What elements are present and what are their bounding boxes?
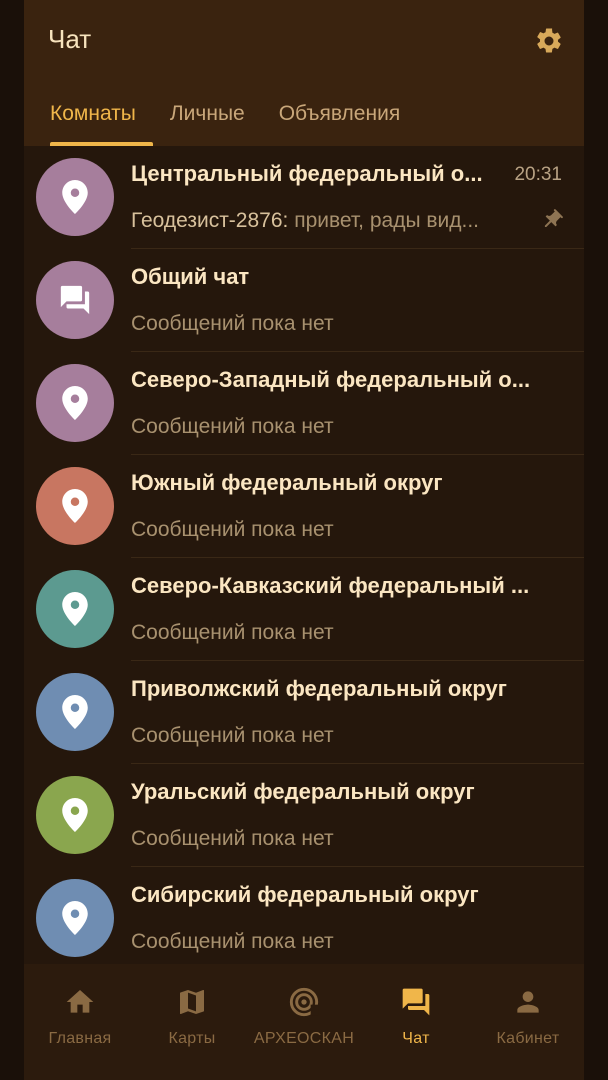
map-pin-icon <box>62 798 88 832</box>
room-avatar <box>36 467 114 545</box>
gear-icon <box>537 28 561 53</box>
map-icon <box>180 990 204 1014</box>
room-title: Северо-Западный федеральный о... <box>131 367 531 392</box>
room-avatar <box>36 261 114 339</box>
room-last-message: Сообщений пока нет <box>131 930 334 953</box>
nav-maps[interactable]: Карты <box>136 964 248 1080</box>
settings-button[interactable] <box>532 24 566 58</box>
room-title: Сибирский федеральный округ <box>131 882 479 907</box>
room-last-message: Сообщений пока нет <box>131 827 334 850</box>
nav-label: Карты <box>168 1030 216 1047</box>
pin-icon <box>544 209 563 228</box>
room-title: Общий чат <box>131 264 250 289</box>
room-last-message: Сообщений пока нет <box>131 312 334 335</box>
room-last-message: Сообщений пока нет <box>131 518 334 541</box>
tab-personal[interactable]: Личные <box>153 82 262 146</box>
nav-chat[interactable]: Чат <box>360 964 472 1080</box>
room-title: Приволжский федеральный округ <box>131 676 507 701</box>
message-sender: Геодезист-2876: <box>131 209 289 232</box>
room-row-north-caucasus[interactable]: Северо-Кавказский федеральный ... Сообще… <box>24 558 584 661</box>
room-row-siberia[interactable]: Сибирский федеральный округ Сообщений по… <box>24 867 584 964</box>
nav-cabinet[interactable]: Кабинет <box>472 964 584 1080</box>
page-title: Чат <box>48 24 92 54</box>
room-title: Южный федеральный округ <box>131 470 443 495</box>
room-row-ural[interactable]: Уральский федеральный округ Сообщений по… <box>24 764 584 867</box>
map-pin-icon <box>62 695 88 729</box>
tab-rooms[interactable]: Комнаты <box>24 82 153 146</box>
room-title: Уральский федеральный округ <box>131 779 475 804</box>
room-row-south[interactable]: Южный федеральный округ Сообщений пока н… <box>24 455 584 558</box>
room-last-message: Сообщений пока нет <box>131 621 334 644</box>
nav-label: Чат <box>402 1030 430 1047</box>
home-icon <box>66 990 94 1013</box>
room-last-message: Сообщений пока нет <box>131 415 334 438</box>
room-row-central[interactable]: Центральный федеральный о... 20:31 Геоде… <box>24 146 584 249</box>
chat-bubbles-icon <box>60 285 90 315</box>
nav-label: АРХЕОСКАН <box>253 1030 355 1047</box>
nav-label: Кабинет <box>496 1030 560 1047</box>
map-pin-icon <box>62 592 88 626</box>
room-title: Северо-Кавказский федеральный ... <box>131 573 530 598</box>
bottom-navigation: Главная Карты АРХЕОСКАН Чат Кабинет <box>24 964 584 1080</box>
room-last-time: 20:31 <box>514 164 562 185</box>
room-row-volga[interactable]: Приволжский федеральный округ Сообщений … <box>24 661 584 764</box>
message-preview: привет, рады вид... <box>288 209 480 232</box>
map-pin-icon <box>62 386 88 420</box>
room-avatar <box>36 158 114 236</box>
map-pin-icon <box>62 489 88 523</box>
nav-home[interactable]: Главная <box>24 964 136 1080</box>
room-avatar <box>36 879 114 957</box>
room-row-northwest[interactable]: Северо-Западный федеральный о... Сообщен… <box>24 352 584 455</box>
scan-target-icon <box>289 987 319 1017</box>
room-title: Центральный федеральный о... <box>131 161 483 186</box>
room-list: Центральный федеральный о... 20:31 Геоде… <box>24 146 584 964</box>
forum-icon <box>402 988 430 1016</box>
room-avatar <box>36 364 114 442</box>
room-last-message: Геодезист-2876: привет, рады вид... <box>131 209 531 233</box>
room-last-message: Сообщений пока нет <box>131 724 334 747</box>
app-header: Чат Комнаты Личные Объявления <box>24 0 584 146</box>
chat-screen: Чат Комнаты Личные Объявления Центральны… <box>24 0 584 964</box>
tab-announcements[interactable]: Объявления <box>262 82 417 146</box>
nav-archeoscan[interactable]: АРХЕОСКАН <box>248 964 360 1080</box>
nav-label: Главная <box>48 1030 112 1047</box>
map-pin-icon <box>62 180 88 214</box>
room-avatar <box>36 570 114 648</box>
chat-tabs: Комнаты Личные Объявления <box>24 82 417 146</box>
map-pin-icon <box>62 901 88 935</box>
person-icon <box>517 991 539 1013</box>
room-row-general[interactable]: Общий чат Сообщений пока нет <box>24 249 584 352</box>
room-avatar <box>36 776 114 854</box>
room-avatar <box>36 673 114 751</box>
